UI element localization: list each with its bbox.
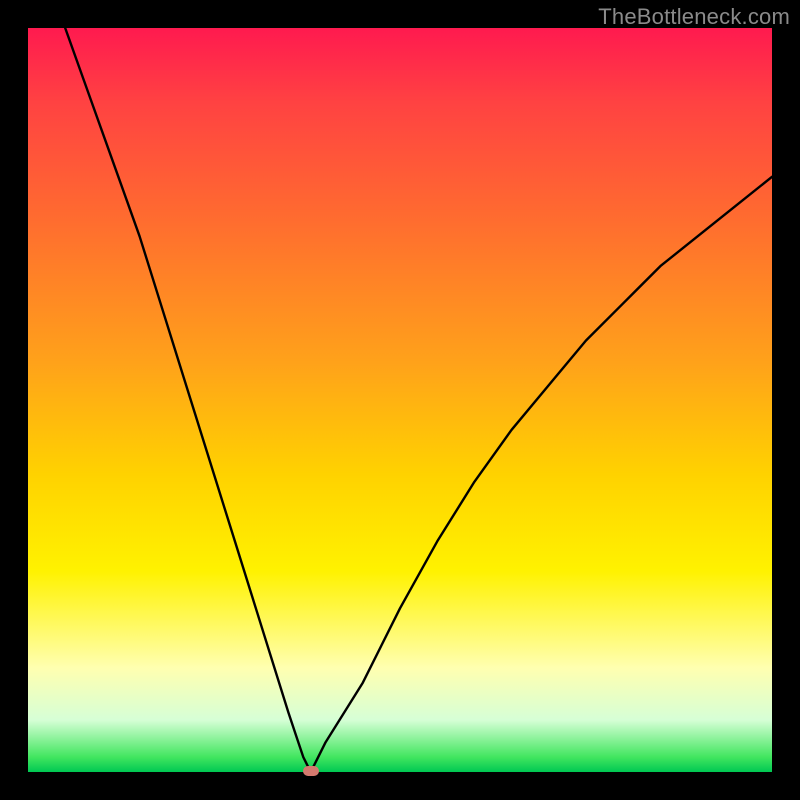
bottleneck-curve (28, 28, 772, 772)
watermark-text: TheBottleneck.com (598, 4, 790, 30)
chart-frame: TheBottleneck.com (0, 0, 800, 800)
optimal-marker (303, 766, 319, 776)
plot-area (28, 28, 772, 772)
